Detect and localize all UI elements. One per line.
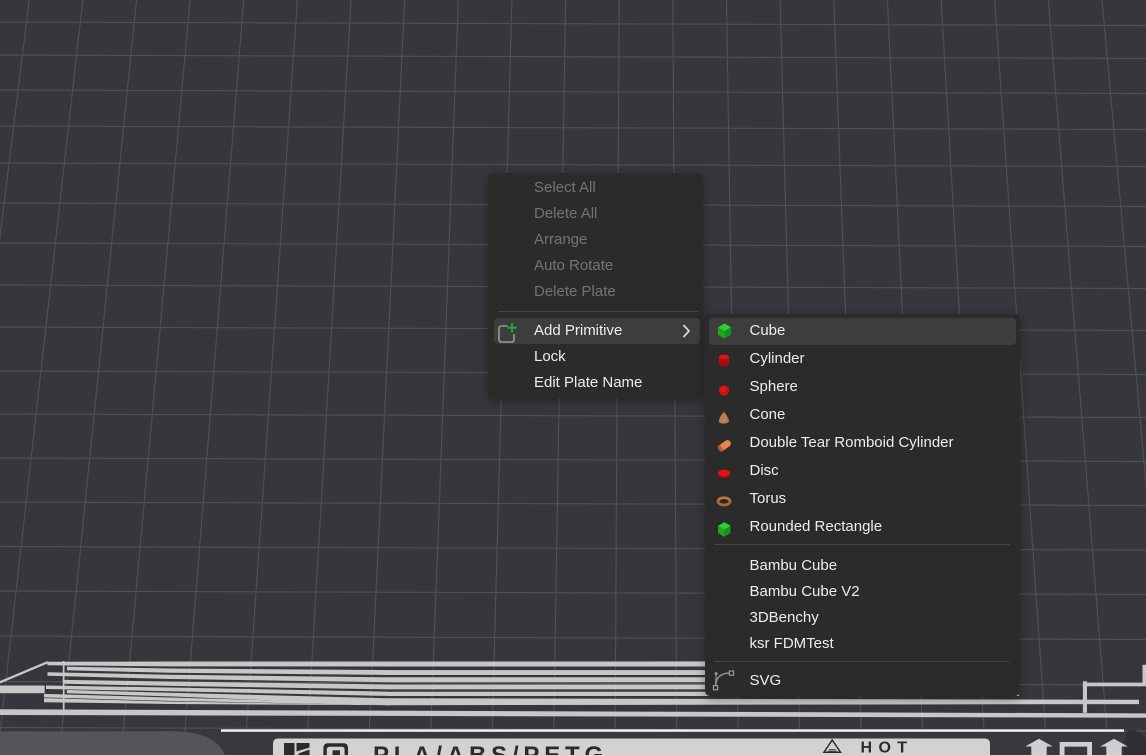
svg-text:PLA/ABS/PETG: PLA/ABS/PETG — [373, 742, 608, 755]
svg-text:HOT: HOT — [861, 740, 914, 755]
